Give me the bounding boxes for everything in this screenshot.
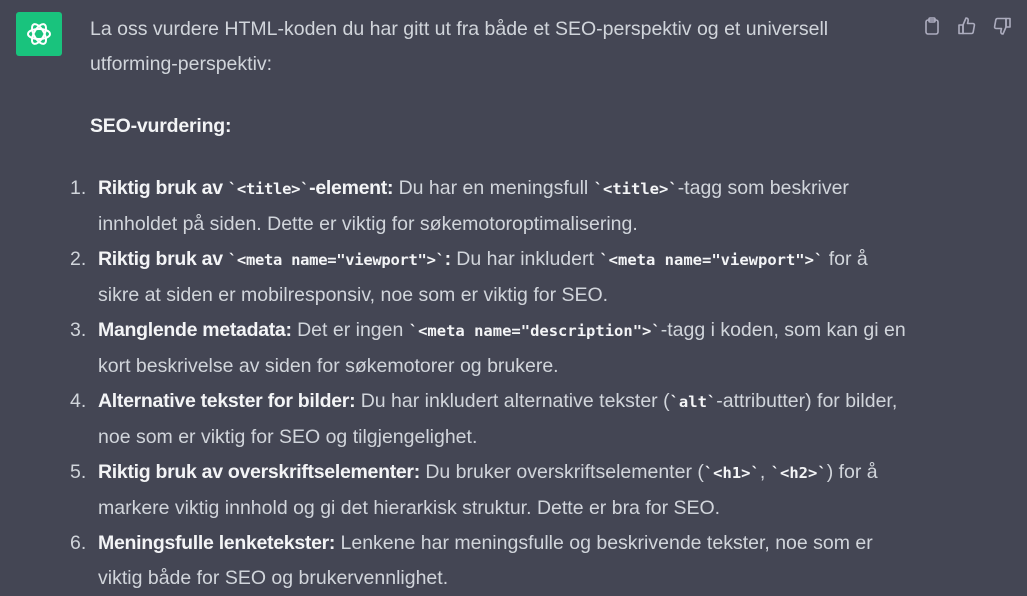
list-item: 2. Riktig bruk av `<meta name="viewport"… — [70, 242, 910, 313]
item-title: Meningsfulle lenketekster: — [98, 532, 336, 554]
copy-icon — [925, 17, 939, 35]
inline-code: `<meta name="viewport">` — [227, 251, 445, 269]
message-actions — [920, 14, 1014, 38]
assistant-message: La oss vurdere HTML-koden du har gitt ut… — [70, 12, 910, 596]
inline-code: `<title>` — [227, 180, 310, 198]
list-number: 5. — [70, 461, 87, 483]
item-text: , — [759, 461, 771, 483]
thumbs-down-button[interactable] — [990, 14, 1014, 38]
inline-code: `<meta name="description">` — [408, 322, 661, 340]
item-title: Riktig bruk av `<title>`-element: — [98, 177, 394, 199]
item-title: Alternative tekster for bilder: — [98, 390, 356, 412]
openai-logo-icon — [27, 23, 51, 45]
item-text: Du har inkludert — [450, 248, 600, 270]
inline-code: `<h1>` — [703, 464, 760, 482]
thumbs-down-icon — [993, 17, 1011, 35]
list-number: 3. — [70, 319, 87, 341]
thumbs-up-icon — [958, 17, 976, 35]
item-title: Manglende metadata: — [98, 319, 292, 341]
list-number: 4. — [70, 390, 87, 412]
copy-button[interactable] — [920, 14, 944, 38]
list-item: 3. Manglende metadata: Det er ingen `<me… — [70, 313, 910, 384]
seo-list: 1. Riktig bruk av `<title>`-element: Du … — [70, 171, 910, 596]
item-text: Det er ingen — [291, 319, 409, 341]
item-title: Riktig bruk av overskriftselementer: — [98, 461, 420, 483]
item-title: Riktig bruk av `<meta name="viewport">`: — [98, 248, 451, 270]
list-number: 6. — [70, 532, 87, 554]
list-item: 6. Meningsfulle lenketekster: Lenkene ha… — [70, 526, 910, 596]
inline-code: `<title>` — [593, 180, 678, 198]
inline-code: `<h2>` — [770, 464, 827, 482]
list-item: 1. Riktig bruk av `<title>`-element: Du … — [70, 171, 910, 242]
list-number: 1. — [70, 177, 87, 199]
thumbs-up-button[interactable] — [955, 14, 979, 38]
inline-code: `<meta name="viewport">` — [599, 251, 824, 269]
item-text: Du har en meningsfull — [393, 177, 594, 199]
inline-code: `alt` — [669, 393, 717, 411]
list-item: 4. Alternative tekster for bilder: Du ha… — [70, 384, 910, 455]
list-number: 2. — [70, 248, 87, 270]
section-heading: SEO-vurdering: — [90, 115, 232, 137]
item-text: Du bruker overskriftselementer ( — [419, 461, 704, 483]
list-item: 5. Riktig bruk av overskriftselementer: … — [70, 455, 910, 526]
assistant-avatar — [16, 12, 62, 56]
intro-paragraph: La oss vurdere HTML-koden du har gitt ut… — [90, 18, 829, 75]
item-text: Du har inkludert alternative tekster ( — [355, 390, 670, 412]
